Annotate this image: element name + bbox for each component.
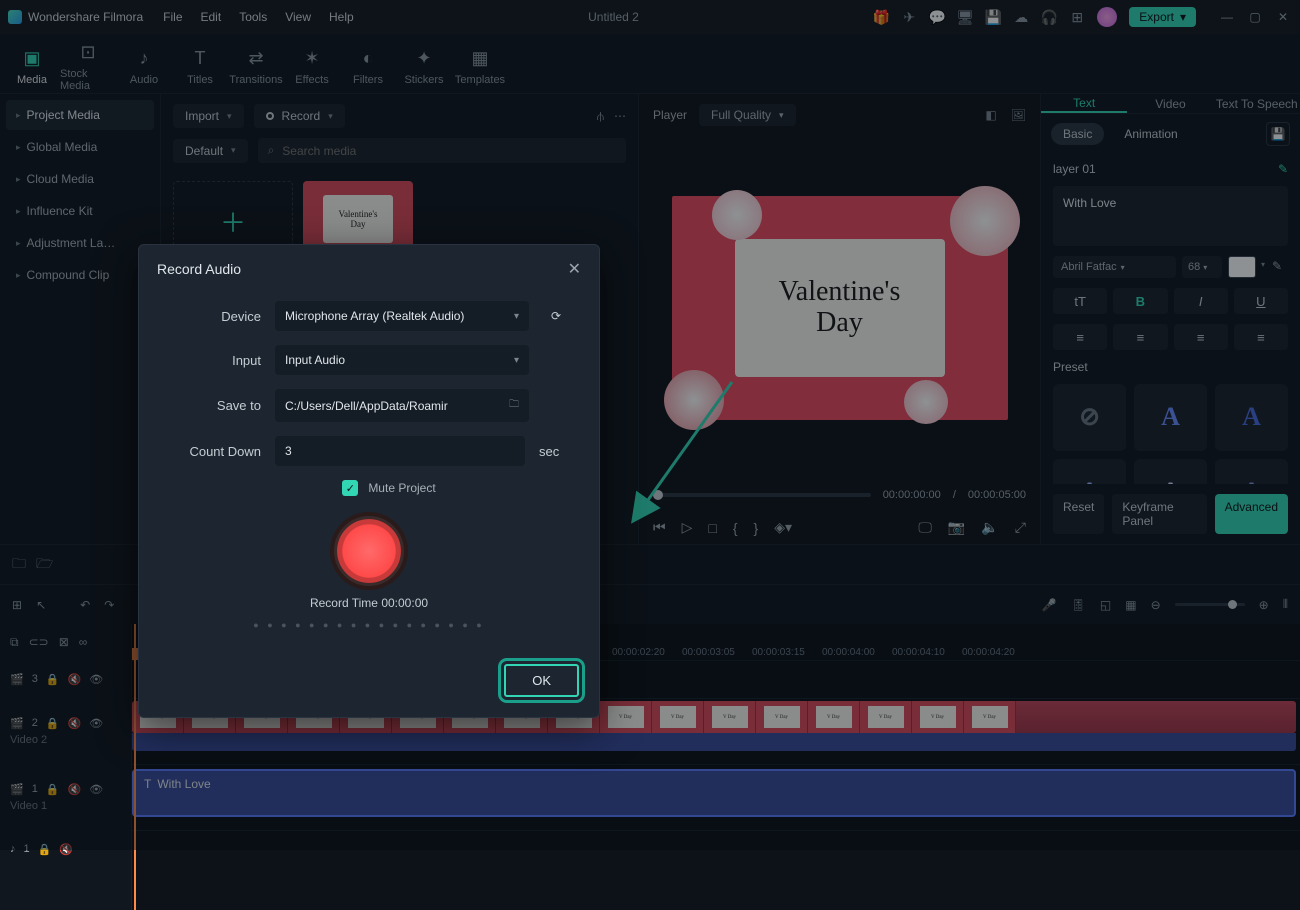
- countdown-label: Count Down: [169, 444, 261, 459]
- folder-icon[interactable]: 🗀: [509, 397, 519, 414]
- device-label: Device: [169, 309, 261, 324]
- level-meter-icon: ● ● ● ● ● ● ● ● ● ● ● ● ● ● ● ● ●: [253, 620, 484, 630]
- chevron-down-icon: ▾: [514, 311, 519, 322]
- mute-project-label: Mute Project: [368, 481, 435, 495]
- save-to-label: Save to: [169, 398, 261, 413]
- dialog-title: Record Audio: [157, 261, 241, 277]
- countdown-field[interactable]: 3: [275, 436, 525, 466]
- device-select[interactable]: Microphone Array (Realtek Audio)▾: [275, 301, 529, 331]
- close-icon[interactable]: ✕: [568, 259, 581, 279]
- countdown-unit: sec: [539, 444, 569, 459]
- record-time: Record Time 00:00:00: [310, 596, 428, 610]
- record-audio-dialog: Record Audio ✕ Device Microphone Array (…: [138, 244, 600, 718]
- refresh-icon[interactable]: ⟳: [543, 309, 569, 323]
- record-start-button[interactable]: [334, 516, 404, 586]
- ok-button[interactable]: OK: [504, 664, 579, 697]
- input-select[interactable]: Input Audio▾: [275, 345, 529, 375]
- save-path-field[interactable]: C:/Users/Dell/AppData/Roamir🗀: [275, 389, 529, 422]
- chevron-down-icon: ▾: [514, 355, 519, 366]
- mute-project-checkbox[interactable]: ✓: [342, 480, 358, 496]
- input-label: Input: [169, 353, 261, 368]
